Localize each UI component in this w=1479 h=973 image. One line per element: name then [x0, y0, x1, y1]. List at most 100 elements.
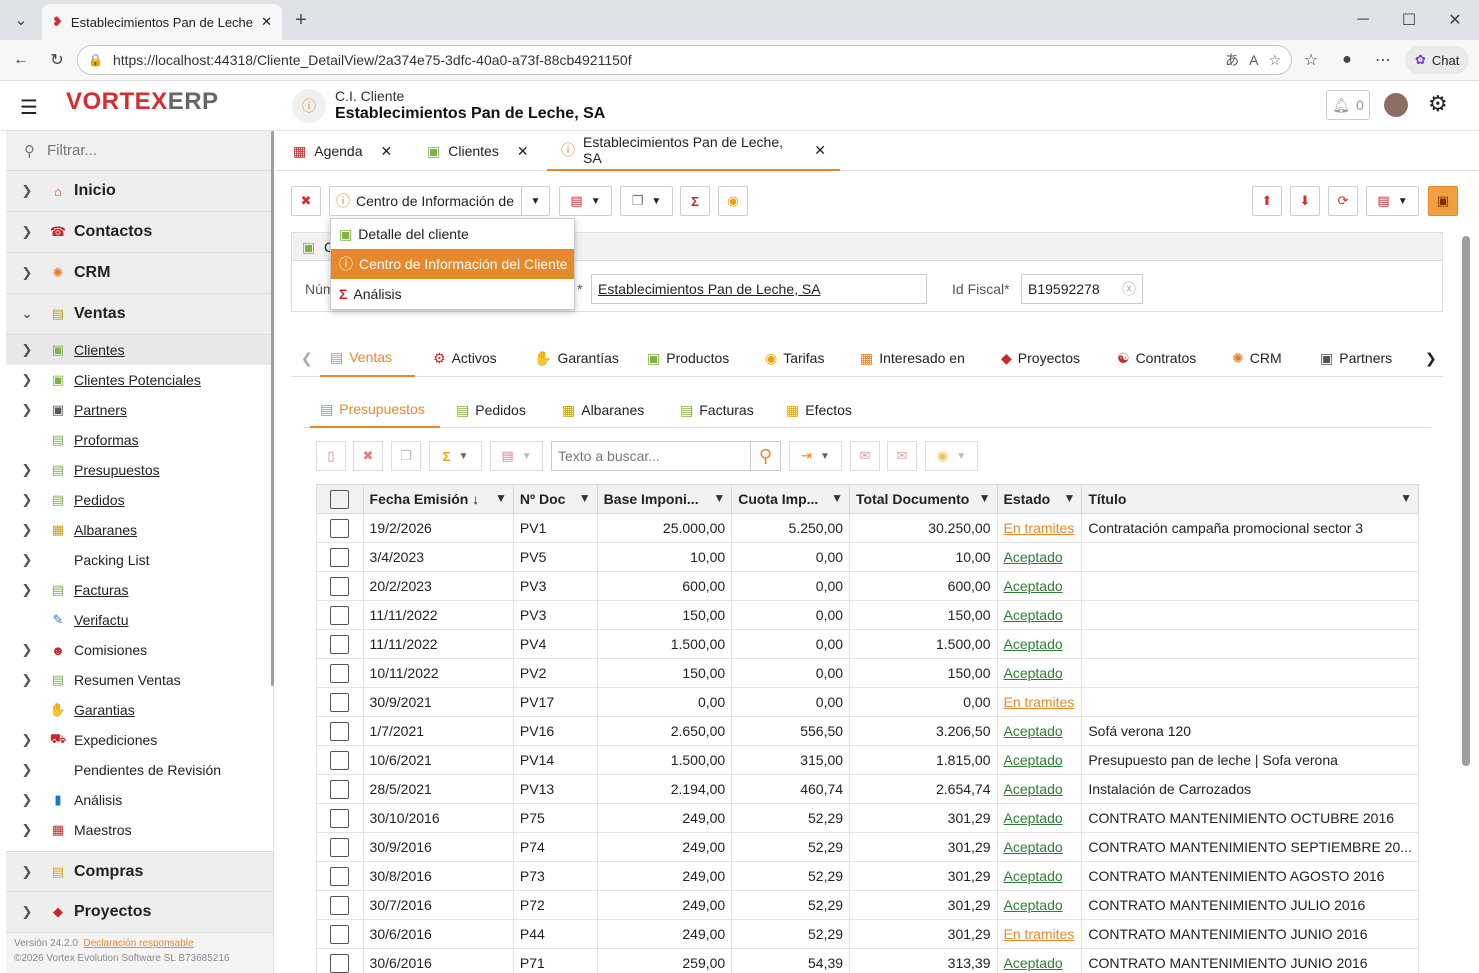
sidebar-item-clientes-potenciales[interactable]: ❯ ▣ Clientes Potenciales [6, 365, 273, 395]
search-input[interactable]: Texto a buscar... [552, 448, 750, 464]
close-icon[interactable]: ✕ [517, 143, 529, 160]
favorite-star-icon[interactable]: ☆ [1268, 52, 1281, 69]
tab-agenda[interactable]: ▦ Agenda ✕ [279, 131, 406, 171]
close-icon[interactable]: ✕ [814, 142, 826, 159]
row-checkbox[interactable] [316, 513, 364, 543]
sidebar-item-clientes[interactable]: ❯ ▣ Clientes [6, 335, 273, 365]
grid-sum-button[interactable]: Σ ▼ [429, 441, 482, 471]
estado-link[interactable]: En tramites [1004, 694, 1075, 710]
tab-ventas[interactable]: ▤ Ventas [320, 339, 415, 377]
name-field[interactable]: Establecimientos Pan de Leche, SA [591, 274, 927, 304]
delete-row-button[interactable]: ✖ [353, 441, 383, 471]
tab-presupuestos[interactable]: ▤ Presupuestos [310, 392, 440, 428]
estado-link[interactable]: Aceptado [1004, 752, 1063, 768]
save-button[interactable]: ▣ [1428, 186, 1458, 216]
tab-pedidos[interactable]: ▤ Pedidos [446, 392, 536, 428]
col-cuota[interactable]: Cuota Imp... ▼ [731, 484, 851, 514]
estado-link[interactable]: Aceptado [1004, 810, 1063, 826]
row-checkbox[interactable] [316, 803, 364, 833]
table-row[interactable]: 10/11/2022 PV2 150,00 0,00 150,00 Aceptado [316, 658, 1419, 688]
estado-link[interactable]: Aceptado [1004, 549, 1063, 565]
row-checkbox[interactable] [316, 890, 364, 920]
dropdown-item-detalle[interactable]: ▣ Detalle del cliente [331, 219, 574, 249]
filter-icon[interactable]: ▼ [831, 491, 843, 505]
filter-icon[interactable]: ▼ [1063, 491, 1075, 505]
view-selector[interactable]: ⓘ Centro de Información de ▼ [329, 186, 550, 216]
row-checkbox[interactable] [316, 716, 364, 746]
notifications-button[interactable]: 🔔︎ 0 [1326, 90, 1370, 120]
filter-icon[interactable]: ▼ [1400, 491, 1412, 505]
table-row[interactable]: 30/9/2016 P74 249,00 52,29 301,29 Aceptado CON… [316, 832, 1419, 862]
tab-activos[interactable]: ⚙ Activos [423, 339, 507, 377]
browser-tab[interactable]: ❥ Establecimientos Pan de Leche, SA ✕ [42, 4, 282, 40]
main-scrollbar[interactable] [1462, 236, 1470, 766]
row-checkbox[interactable] [316, 861, 364, 891]
row-checkbox[interactable] [316, 600, 364, 630]
declaracion-link[interactable]: Declaración responsable [84, 938, 194, 949]
row-checkbox[interactable] [316, 542, 364, 572]
fiscal-field[interactable]: B19592278 ⓧ [1021, 274, 1143, 304]
estado-link[interactable]: Aceptado [1004, 607, 1063, 623]
estado-link[interactable]: Aceptado [1004, 665, 1063, 681]
estado-link[interactable]: Aceptado [1004, 897, 1063, 913]
estado-link[interactable]: Aceptado [1004, 723, 1063, 739]
estado-link[interactable]: En tramites [1004, 520, 1075, 536]
tab-productos[interactable]: ▣ Productos [637, 339, 739, 377]
sidebar-item-maestros[interactable]: ❯ ▦ Maestros [6, 815, 273, 845]
row-checkbox[interactable] [316, 745, 364, 775]
sidebar-filter[interactable]: ⚲ Filtrar... [6, 131, 273, 171]
close-window-icon[interactable]: ✕ [1440, 5, 1470, 35]
nav-group-inicio[interactable]: ❯ ⌂ Inicio [6, 171, 273, 212]
maximize-icon[interactable]: ☐ [1394, 5, 1424, 35]
sidebar-item-partners[interactable]: ❯ ▣ Partners [6, 395, 273, 425]
minimize-icon[interactable]: ─ [1348, 5, 1378, 35]
more-icon[interactable]: ⋯ [1368, 45, 1398, 75]
sidebar-item-pedidos[interactable]: ❯ ▤ Pedidos [6, 485, 273, 515]
tab-contratos[interactable]: ☯ Contratos [1107, 339, 1206, 377]
tab-interesado-en[interactable]: ▦ Interesado en [850, 339, 975, 377]
col-estado[interactable]: Estado ▼ [996, 484, 1083, 514]
col-ndoc[interactable]: Nº Doc ▼ [512, 484, 598, 514]
duplicate-button[interactable]: ❐ [391, 441, 421, 471]
sidebar-item-expediciones[interactable]: ❯ ⛟ Expediciones [6, 725, 273, 755]
print-button[interactable]: ▤ ▼ [559, 186, 612, 216]
tab-proyectos[interactable]: ◆ Proyectos [991, 339, 1090, 377]
read-aloud-icon[interactable]: A [1249, 52, 1258, 68]
table-row[interactable]: 11/11/2022 PV3 150,00 0,00 150,00 Aceptado [316, 600, 1419, 630]
tab-garantias[interactable]: ✋ Garantías [524, 339, 629, 377]
favorites-icon[interactable]: ☆ [1296, 45, 1326, 75]
scroll-left-icon[interactable]: ❮ [291, 339, 323, 377]
move-down-button[interactable]: ⬇ [1290, 186, 1320, 216]
row-checkbox[interactable] [316, 571, 364, 601]
tab-facturas[interactable]: ▤ Facturas [670, 392, 764, 428]
close-icon[interactable]: ✕ [381, 143, 393, 160]
tab-list-icon[interactable]: ⌄ [6, 5, 36, 35]
row-checkbox[interactable] [316, 832, 364, 862]
dropdown-item-analisis[interactable]: Σ Análisis [331, 279, 574, 309]
table-row[interactable]: 30/6/2016 P71 259,00 54,39 313,39 Aceptado CON… [316, 948, 1419, 973]
reload-icon[interactable]: ↻ [42, 45, 72, 75]
table-row[interactable]: 20/2/2023 PV3 600,00 0,00 600,00 Aceptado [316, 571, 1419, 601]
table-row[interactable]: 11/11/2022 PV4 1.500,00 0,00 1.500,00 Aceptad… [316, 629, 1419, 659]
sum-button[interactable]: Σ [680, 186, 710, 216]
table-row[interactable]: 30/8/2016 P73 249,00 52,29 301,29 Aceptado CON… [316, 861, 1419, 891]
delete-button[interactable]: ✖ [291, 186, 321, 216]
new-button[interactable]: ▯ [316, 441, 346, 471]
sidebar-item-presupuestos[interactable]: ❯ ▤ Presupuestos [6, 455, 273, 485]
dropdown-item-centro-informacion[interactable]: ⓘ Centro de Información del Cliente [331, 249, 574, 279]
estado-link[interactable]: Aceptado [1004, 868, 1063, 884]
filter-input[interactable]: Filtrar... [47, 142, 97, 159]
estado-link[interactable]: Aceptado [1004, 839, 1063, 855]
col-fecha[interactable]: Fecha Emisión ↓ ▼ [362, 484, 514, 514]
table-row[interactable]: 30/7/2016 P72 249,00 52,29 301,29 Aceptado CON… [316, 890, 1419, 920]
tab-albaranes[interactable]: ▦ Albaranes [552, 392, 654, 428]
row-checkbox[interactable] [316, 629, 364, 659]
estado-link[interactable]: Aceptado [1004, 636, 1063, 652]
clear-icon[interactable]: ⓧ [1122, 279, 1136, 299]
copilot-chat-button[interactable]: ✿ Chat [1405, 46, 1470, 74]
actions-button[interactable]: ◉ ▼ [925, 441, 978, 471]
nav-group-ventas[interactable]: ⌄ ▤ Ventas [6, 294, 273, 335]
select-all-checkbox[interactable] [316, 484, 364, 514]
export-button[interactable]: ▤ ▼ [1366, 186, 1419, 216]
sidebar-item-facturas[interactable]: ❯ ▤ Facturas [6, 575, 273, 605]
